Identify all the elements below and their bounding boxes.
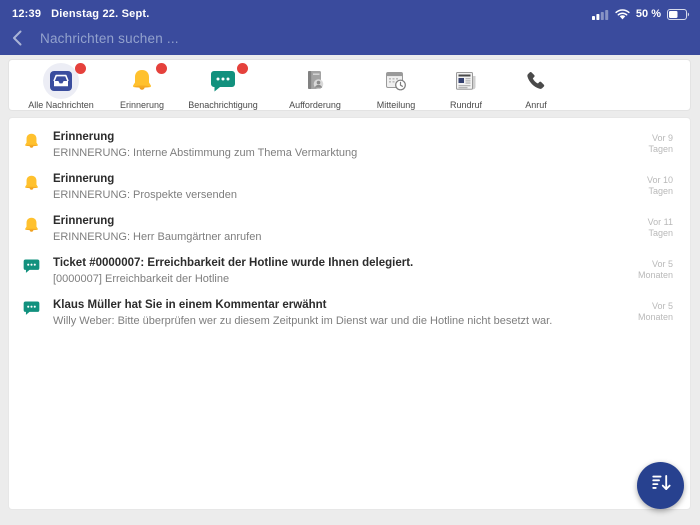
tab-mitteilung[interactable]: Mitteilung: [361, 60, 431, 110]
tab-label: Rundruf: [450, 100, 482, 110]
tab-aufforderung[interactable]: Aufforderung: [269, 60, 361, 110]
tab-rundruf[interactable]: Rundruf: [431, 60, 501, 110]
tab-benachrichtigung[interactable]: Benachrichtigung: [177, 60, 269, 110]
inbox-icon: [49, 70, 73, 92]
status-bar: 12:39 Dienstag 22. Sept. 50 %: [0, 0, 700, 24]
tab-label: Anruf: [525, 100, 547, 110]
bell-icon: [23, 130, 53, 151]
bell-icon: [23, 172, 53, 193]
message-title: Ticket #0000007: Erreichbarkeit der Hotl…: [53, 256, 608, 271]
newspaper-icon: [454, 70, 478, 92]
message-timestamp: Vor 9 Tagen: [618, 130, 676, 155]
message-title: Erinnerung: [53, 214, 608, 229]
phone-icon: [525, 70, 547, 92]
battery-percent: 50 %: [636, 8, 661, 20]
tab-label: Alle Nachrichten: [28, 100, 94, 110]
bell-icon: [130, 68, 154, 94]
message-subtitle: [0000007] Erreichbarkeit der Hotline: [53, 272, 608, 286]
back-button[interactable]: [12, 30, 24, 46]
message-timestamp: Vor 10 Tagen: [618, 172, 676, 197]
search-input[interactable]: Nachrichten suchen ...: [40, 31, 179, 46]
unread-badge: [156, 63, 167, 74]
cellular-signal-icon: [592, 9, 609, 20]
message-timestamp: Vor 5 Monaten: [618, 256, 676, 281]
header: 12:39 Dienstag 22. Sept. 50 %: [0, 0, 700, 55]
book-person-icon: [303, 69, 327, 93]
status-date: Dienstag 22. Sept.: [51, 8, 149, 20]
chat-icon: [23, 256, 53, 274]
sort-descending-icon: [648, 470, 674, 501]
message-type-tab-bar: Alle Nachrichten Erinnerung: [8, 59, 691, 111]
message-title: Erinnerung: [53, 130, 608, 145]
message-timestamp: Vor 5 Monaten: [618, 298, 676, 323]
message-subtitle: ERINNERUNG: Herr Baumgärtner anrufen: [53, 230, 608, 244]
calendar-clock-icon: [384, 69, 408, 93]
chat-icon: [210, 69, 236, 93]
message-title: Erinnerung: [53, 172, 608, 187]
wifi-icon: [615, 9, 630, 20]
battery-icon: [667, 9, 690, 20]
chat-icon: [23, 298, 53, 316]
tab-anruf[interactable]: Anruf: [501, 60, 571, 110]
unread-badge: [237, 63, 248, 74]
tab-label: Mitteilung: [377, 100, 416, 110]
message-subtitle: ERINNERUNG: Interne Abstimmung zum Thema…: [53, 146, 608, 160]
message-timestamp: Vor 11 Tagen: [618, 214, 676, 239]
sort-descending-button[interactable]: [637, 462, 684, 509]
message-subtitle: Willy Weber: Bitte überprüfen wer zu die…: [53, 314, 608, 328]
message-row-erinnerung-2[interactable]: Erinnerung ERINNERUNG: Prospekte versend…: [9, 165, 690, 207]
message-subtitle: ERINNERUNG: Prospekte versenden: [53, 188, 608, 202]
message-row-erinnerung-3[interactable]: Erinnerung ERINNERUNG: Herr Baumgärtner …: [9, 207, 690, 249]
tab-label: Erinnerung: [120, 100, 164, 110]
message-row-erinnerung-1[interactable]: Erinnerung ERINNERUNG: Interne Abstimmun…: [9, 123, 690, 165]
unread-badge: [75, 63, 86, 74]
status-time: 12:39: [12, 8, 41, 20]
tab-alle-nachrichten[interactable]: Alle Nachrichten: [15, 60, 107, 110]
message-row-ticket-delegiert[interactable]: Ticket #0000007: Erreichbarkeit der Hotl…: [9, 249, 690, 291]
tab-erinnerung[interactable]: Erinnerung: [107, 60, 177, 110]
nav-bar: Nachrichten suchen ...: [0, 24, 700, 52]
bell-icon: [23, 214, 53, 235]
message-list: Erinnerung ERINNERUNG: Interne Abstimmun…: [8, 117, 691, 510]
message-title: Klaus Müller hat Sie in einem Kommentar …: [53, 298, 608, 313]
message-row-kommentar-erwaehnt[interactable]: Klaus Müller hat Sie in einem Kommentar …: [9, 291, 690, 333]
tab-label: Aufforderung: [289, 100, 341, 110]
tab-label: Benachrichtigung: [188, 100, 258, 110]
